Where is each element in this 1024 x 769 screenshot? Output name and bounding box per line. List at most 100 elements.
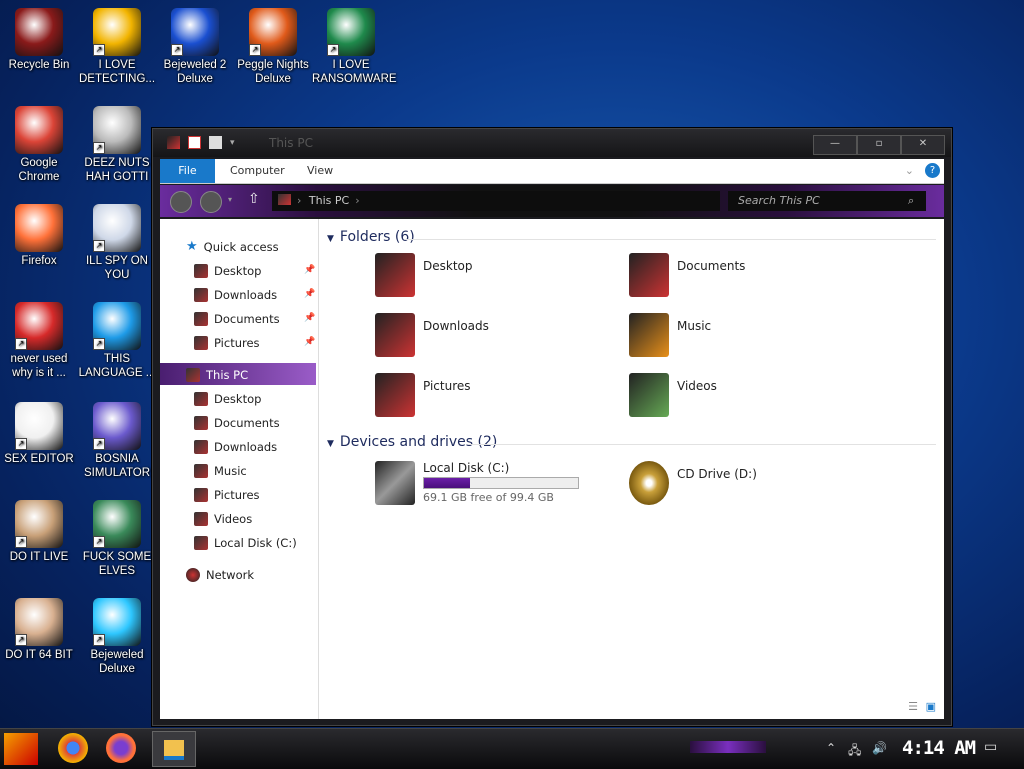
recent-locations-icon[interactable]: ▾ [228, 195, 232, 204]
nav-quick-access[interactable]: ★ Quick access [186, 237, 279, 257]
desktop-icon-4[interactable]: ↗ Peggle Nights Deluxe [234, 8, 312, 86]
ribbon: File Computer View ⌄ ? [160, 159, 944, 184]
shortcut-arrow-icon: ↗ [15, 338, 27, 350]
navigation-bar: ▾ ⇧ › This PC › Search This PC ⌕ [160, 185, 944, 217]
desktop-icon-3[interactable]: ↗ Bejeweled 2 Deluxe [156, 8, 234, 86]
search-input[interactable]: Search This PC [728, 191, 926, 211]
maximize-button[interactable]: ▫ [857, 135, 901, 155]
back-button[interactable] [170, 191, 192, 213]
notifications-icon[interactable]: ▭ [984, 739, 997, 755]
nav-pc-item[interactable]: Desktop [194, 389, 261, 409]
pin-icon[interactable]: 📌 [304, 313, 315, 323]
desktop-icon-7[interactable]: ↗ DEEZ NUTS HAH GOTTI [78, 106, 156, 184]
folder-videos[interactable]: Videos [629, 373, 717, 417]
navigation-pane: ★ Quick access Desktop 📌 Downloads 📌 Document… [160, 219, 319, 719]
desktop-icon-16[interactable]: ↗ DO IT 64 BIT [0, 598, 78, 662]
pin-icon[interactable]: 📌 [304, 337, 315, 347]
ribbon-expand-icon[interactable]: ⌄ [905, 159, 914, 183]
devices-group-header[interactable]: ▼ Devices and drives (2) [327, 434, 497, 450]
nav-pc-item[interactable]: Videos [194, 509, 252, 529]
mine-icon: ↗ [93, 402, 141, 450]
pin-icon[interactable]: 📌 [304, 289, 315, 299]
nav-quick-desktop[interactable]: Desktop [194, 261, 261, 281]
desktop-icon-15[interactable]: ↗ FUCK SOME ELVES [78, 500, 156, 578]
desktop-icon-8[interactable]: Firefox [0, 204, 78, 268]
new-folder-icon[interactable] [209, 136, 222, 149]
desktop-icon-14[interactable]: ↗ DO IT LIVE [0, 500, 78, 564]
nav-pc-item[interactable]: Music [194, 461, 247, 481]
folder-icon [194, 440, 208, 454]
nav-quick-downloads[interactable]: Downloads [194, 285, 277, 305]
pc-icon [186, 368, 200, 382]
clock[interactable]: 4:14 AM [902, 737, 976, 759]
up-button[interactable]: ⇧ [248, 191, 260, 207]
address-bar[interactable]: › This PC › [272, 191, 720, 211]
drive-name: Local Disk (C:) [423, 461, 510, 475]
desktop-folder-icon [375, 253, 415, 297]
tab-computer[interactable]: Computer [230, 159, 285, 183]
elf-icon: ↗ [93, 500, 141, 548]
details-view-icon[interactable]: ☰ [908, 700, 918, 713]
detect-it-easy-icon: ↗ [93, 8, 141, 56]
hard-drive-icon [375, 461, 415, 505]
title-bar[interactable]: ▾ This PC — ▫ ✕ [153, 129, 951, 157]
tab-file[interactable]: File [160, 159, 215, 183]
folder-music[interactable]: Music [629, 313, 711, 357]
minimize-button[interactable]: — [813, 135, 857, 155]
desktop-icon-label: THIS LANGUAGE ... [78, 353, 156, 379]
firefox-icon [15, 204, 63, 252]
desktop-icon-6[interactable]: Google Chrome [0, 106, 78, 184]
nav-pc-item[interactable]: Downloads [194, 437, 277, 457]
desktop-icon-5[interactable]: ↗ I LOVE RANSOMWARE [312, 8, 397, 86]
file-explorer-taskbar-button[interactable] [152, 731, 196, 767]
volume-icon[interactable]: 🔊 [872, 741, 887, 755]
close-button[interactable]: ✕ [901, 135, 945, 155]
folder-icon [194, 416, 208, 430]
desktop-icon-13[interactable]: ↗ BOSNIA SIMULATOR [78, 402, 156, 480]
nav-network[interactable]: Network [186, 565, 254, 585]
desktop-icon-1[interactable]: Recycle Bin [0, 8, 78, 72]
nav-pc-item[interactable]: Documents [194, 413, 280, 433]
desktop-icon-2[interactable]: ↗ I LOVE DETECTING... [78, 8, 156, 86]
forward-button[interactable] [200, 191, 222, 213]
shortcut-arrow-icon: ↗ [171, 44, 183, 56]
drive-local-disk[interactable]: Local Disk (C:) 69.1 GB free of 99.4 GB [375, 461, 579, 505]
folder-pictures[interactable]: Pictures [375, 373, 471, 417]
pin-icon[interactable]: 📌 [304, 265, 315, 275]
help-button[interactable]: ? [925, 163, 940, 178]
nav-this-pc[interactable]: This PC [186, 365, 248, 385]
drive-cd[interactable]: CD Drive (D:) [629, 461, 757, 505]
nav-quick-documents[interactable]: Documents [194, 309, 280, 329]
desktop-icon-11[interactable]: ↗ THIS LANGUAGE ... [78, 302, 156, 380]
quick-access-dropdown-icon[interactable]: ▾ [230, 138, 235, 148]
desktop-icon-label: FUCK SOME ELVES [82, 551, 152, 577]
folders-group-header[interactable]: ▼ Folders (6) [327, 229, 415, 245]
large-icons-view-icon[interactable]: ▣ [926, 700, 936, 713]
desktop-icon-17[interactable]: ↗ Bejeweled Deluxe [78, 598, 156, 676]
nav-pc-item[interactable]: Local Disk (C:) [194, 533, 297, 553]
bejeweled-2-icon: ↗ [171, 8, 219, 56]
desktop-icon-label: Google Chrome [18, 157, 60, 183]
tab-view[interactable]: View [307, 159, 333, 183]
desktop-icon-label: I LOVE RANSOMWARE [312, 59, 397, 85]
shortcut-arrow-icon: ↗ [93, 634, 105, 646]
folder-downloads[interactable]: Downloads [375, 313, 489, 357]
pc-icon [278, 194, 291, 205]
start-button[interactable] [4, 733, 38, 765]
network-tray-icon[interactable]: 🖧 [848, 741, 861, 762]
goland-icon: ↗ [93, 302, 141, 350]
desktop-icon-12[interactable]: ↗ SEX EDITOR [0, 402, 78, 466]
chrome-taskbar-icon[interactable] [58, 733, 88, 763]
desktop-icon-10[interactable]: ↗ never used why is it ... [0, 302, 78, 380]
show-hidden-icons-icon[interactable]: ⌃ [826, 741, 836, 755]
desktop-icon-9[interactable]: ↗ ILL SPY ON YOU [78, 204, 156, 282]
folder-desktop[interactable]: Desktop [375, 253, 473, 297]
music-folder-icon [629, 313, 669, 357]
properties-icon[interactable] [188, 136, 201, 149]
window-title: This PC [269, 136, 313, 150]
nav-pc-item[interactable]: Pictures [194, 485, 260, 505]
firefox-taskbar-icon[interactable] [106, 733, 136, 763]
folder-documents[interactable]: Documents [629, 253, 745, 297]
desktop-icon-label: Bejeweled 2 Deluxe [163, 59, 227, 85]
nav-quick-pictures[interactable]: Pictures [194, 333, 260, 353]
